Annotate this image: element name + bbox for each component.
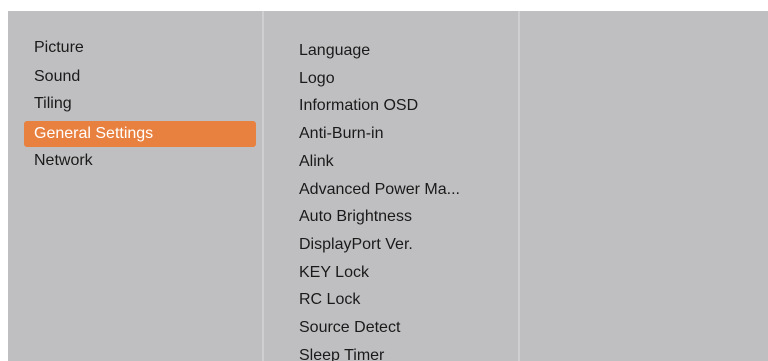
sub-menu-item-advanced-power-management[interactable]: Advanced Power Ma... <box>299 176 460 204</box>
sub-menu-item-anti-burn-in[interactable]: Anti-Burn-in <box>299 120 383 148</box>
sub-menu-item-source-detect[interactable]: Source Detect <box>299 314 400 342</box>
sub-menu-item-logo[interactable]: Logo <box>299 65 335 93</box>
osd-menu-panel: Picture Sound Tiling General Settings Ne… <box>8 11 768 361</box>
main-menu-item-general-settings[interactable]: General Settings <box>24 121 256 147</box>
sub-menu-item-language[interactable]: Language <box>299 37 370 65</box>
sub-menu-item-sleep-timer[interactable]: Sleep Timer <box>299 342 384 361</box>
main-menu-item-picture[interactable]: Picture <box>24 35 256 61</box>
sub-menu-item-rc-lock[interactable]: RC Lock <box>299 286 360 314</box>
value-panel <box>520 11 768 361</box>
sub-menu: Language Logo Information OSD Anti-Burn-… <box>264 11 518 361</box>
main-menu-item-sound[interactable]: Sound <box>24 64 256 90</box>
main-menu: Picture Sound Tiling General Settings Ne… <box>8 11 262 361</box>
sub-menu-item-displayport-ver[interactable]: DisplayPort Ver. <box>299 231 413 259</box>
main-menu-item-tiling[interactable]: Tiling <box>24 91 256 117</box>
main-menu-item-network[interactable]: Network <box>24 148 256 174</box>
sub-menu-item-information-osd[interactable]: Information OSD <box>299 92 418 120</box>
sub-menu-item-auto-brightness[interactable]: Auto Brightness <box>299 203 412 231</box>
sub-menu-item-key-lock[interactable]: KEY Lock <box>299 259 369 287</box>
sub-menu-item-alink[interactable]: Alink <box>299 148 334 176</box>
